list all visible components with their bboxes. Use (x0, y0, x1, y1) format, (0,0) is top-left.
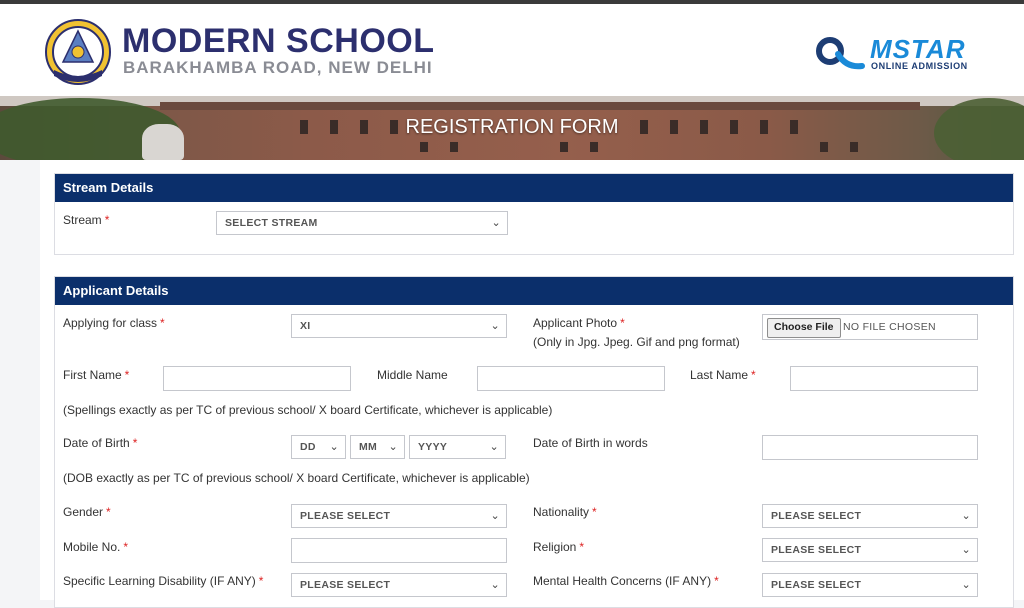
school-address: BARAKHAMBA ROAD, NEW DELHI (123, 58, 433, 77)
class-select[interactable]: XI ⌄ (291, 314, 507, 338)
photo-format-hint: (Only in Jpg. Jpeg. Gif and png format) (533, 335, 740, 349)
chevron-down-icon: ⌄ (329, 441, 339, 453)
stream-details-header: Stream Details (55, 174, 1013, 202)
chevron-down-icon: ⌄ (961, 544, 971, 556)
photo-file-input[interactable]: Choose File NO FILE CHOSEN (762, 314, 978, 340)
first-name-label: First Name * (63, 368, 130, 382)
applicant-details-panel: Applicant Details Applying for class * XI… (54, 276, 1014, 608)
stream-details-panel: Stream Details Stream * SELECT STREAM ⌄ (54, 173, 1014, 255)
stream-label: Stream * (63, 213, 110, 227)
sld-label: Specific Learning Disability (IF ANY) * (63, 574, 264, 588)
stream-select[interactable]: SELECT STREAM ⌄ (216, 211, 508, 235)
middle-name-input[interactable] (477, 366, 665, 391)
dob-label: Date of Birth * (63, 436, 138, 450)
dob-month-select[interactable]: MM ⌄ (350, 435, 405, 459)
last-name-input[interactable] (790, 366, 978, 391)
applicant-details-header: Applicant Details (55, 277, 1013, 305)
school-crest-logo (45, 19, 111, 85)
mstar-logo-icon (816, 37, 865, 70)
dob-words-label: Date of Birth in words (533, 436, 648, 450)
mstar-brand-subtitle: ONLINE ADMISSION (871, 61, 968, 71)
gender-select[interactable]: PLEASE SELECT ⌄ (291, 504, 507, 528)
last-name-label: Last Name * (690, 368, 756, 382)
registration-banner: REGISTRATION FORM (0, 96, 1024, 160)
nationality-label: Nationality * (533, 505, 597, 519)
choose-file-button[interactable]: Choose File (767, 318, 841, 338)
name-spelling-note: (Spellings exactly as per TC of previous… (63, 403, 553, 417)
religion-label: Religion * (533, 540, 585, 554)
banner-title: REGISTRATION FORM (405, 116, 619, 138)
first-name-input[interactable] (163, 366, 351, 391)
mobile-label: Mobile No. * (63, 540, 129, 554)
sld-select[interactable]: PLEASE SELECT ⌄ (291, 573, 507, 597)
middle-name-label: Middle Name (377, 368, 448, 382)
chevron-down-icon: ⌄ (491, 217, 501, 229)
site-header: MODERN SCHOOL BARAKHAMBA ROAD, NEW DELHI… (0, 4, 1024, 96)
school-name: MODERN SCHOOL (122, 22, 435, 60)
chevron-down-icon: ⌄ (388, 441, 398, 453)
mental-health-label: Mental Health Concerns (IF ANY) * (533, 574, 719, 588)
mobile-input[interactable] (291, 538, 507, 563)
photo-label: Applicant Photo * (533, 316, 625, 330)
chevron-down-icon: ⌄ (961, 579, 971, 591)
nationality-select[interactable]: PLEASE SELECT ⌄ (762, 504, 978, 528)
gender-label: Gender * (63, 505, 111, 519)
dob-year-select[interactable]: YYYY ⌄ (409, 435, 506, 459)
chevron-down-icon: ⌄ (489, 441, 499, 453)
mental-health-select[interactable]: PLEASE SELECT ⌄ (762, 573, 978, 597)
chevron-down-icon: ⌄ (490, 320, 500, 332)
chevron-down-icon: ⌄ (490, 510, 500, 522)
chevron-down-icon: ⌄ (490, 579, 500, 591)
class-label: Applying for class * (63, 316, 165, 330)
file-status-text: NO FILE CHOSEN (843, 321, 936, 333)
dob-day-select[interactable]: DD ⌄ (291, 435, 346, 459)
religion-select[interactable]: PLEASE SELECT ⌄ (762, 538, 978, 562)
form-page: Stream Details Stream * SELECT STREAM ⌄ Ap… (40, 160, 1024, 608)
dob-words-input[interactable] (762, 435, 978, 460)
dob-note: (DOB exactly as per TC of previous schoo… (63, 471, 530, 485)
chevron-down-icon: ⌄ (961, 510, 971, 522)
